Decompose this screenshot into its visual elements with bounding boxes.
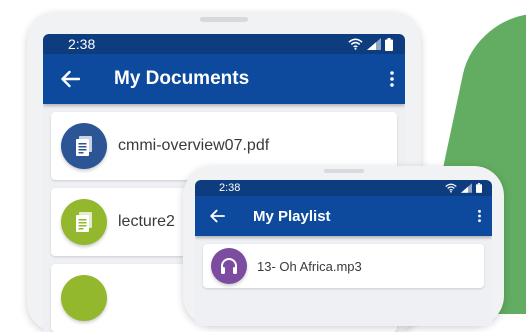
status-bar: 2:38 <box>195 180 492 196</box>
more-vert-icon[interactable] <box>477 209 482 223</box>
playlist-screen: 2:38 My Playlist 13- Oh Africa.mp3 <box>195 180 492 326</box>
app-bar: My Documents <box>43 54 405 104</box>
doc-file-icon <box>61 199 107 245</box>
track-name: 13- Oh Africa.mp3 <box>257 258 362 274</box>
back-arrow-icon[interactable] <box>209 209 225 223</box>
app-bar: My Playlist <box>195 196 492 236</box>
wifi-icon <box>445 183 457 193</box>
phone-notch <box>281 166 406 180</box>
status-time: 2:38 <box>68 36 96 52</box>
phone-speaker <box>323 169 364 173</box>
more-vert-icon[interactable] <box>389 70 395 88</box>
doc-file-icon <box>61 275 107 321</box>
phone-speaker <box>200 17 248 22</box>
file-name: lecture2 <box>118 213 175 230</box>
phone-notch <box>146 12 302 30</box>
playlist-phone: 2:38 My Playlist 13- Oh Africa.mp3 <box>183 166 504 326</box>
signal-icon <box>461 183 472 193</box>
signal-icon <box>367 38 381 50</box>
page-title: My Playlist <box>253 207 331 225</box>
back-arrow-icon[interactable] <box>60 70 80 88</box>
status-icons <box>348 37 393 51</box>
file-name: cmmi-overview07.pdf <box>118 137 270 154</box>
headphones-icon <box>211 248 247 284</box>
status-bar: 2:38 <box>43 34 405 54</box>
pdf-file-icon <box>61 123 107 169</box>
status-icons <box>445 183 482 193</box>
battery-icon <box>385 37 393 51</box>
battery-icon <box>476 183 482 193</box>
track-item[interactable]: 13- Oh Africa.mp3 <box>203 244 484 288</box>
wifi-icon <box>348 38 363 50</box>
page-title: My Documents <box>114 68 250 89</box>
status-time: 2:38 <box>219 182 241 194</box>
track-list: 13- Oh Africa.mp3 <box>195 244 492 288</box>
